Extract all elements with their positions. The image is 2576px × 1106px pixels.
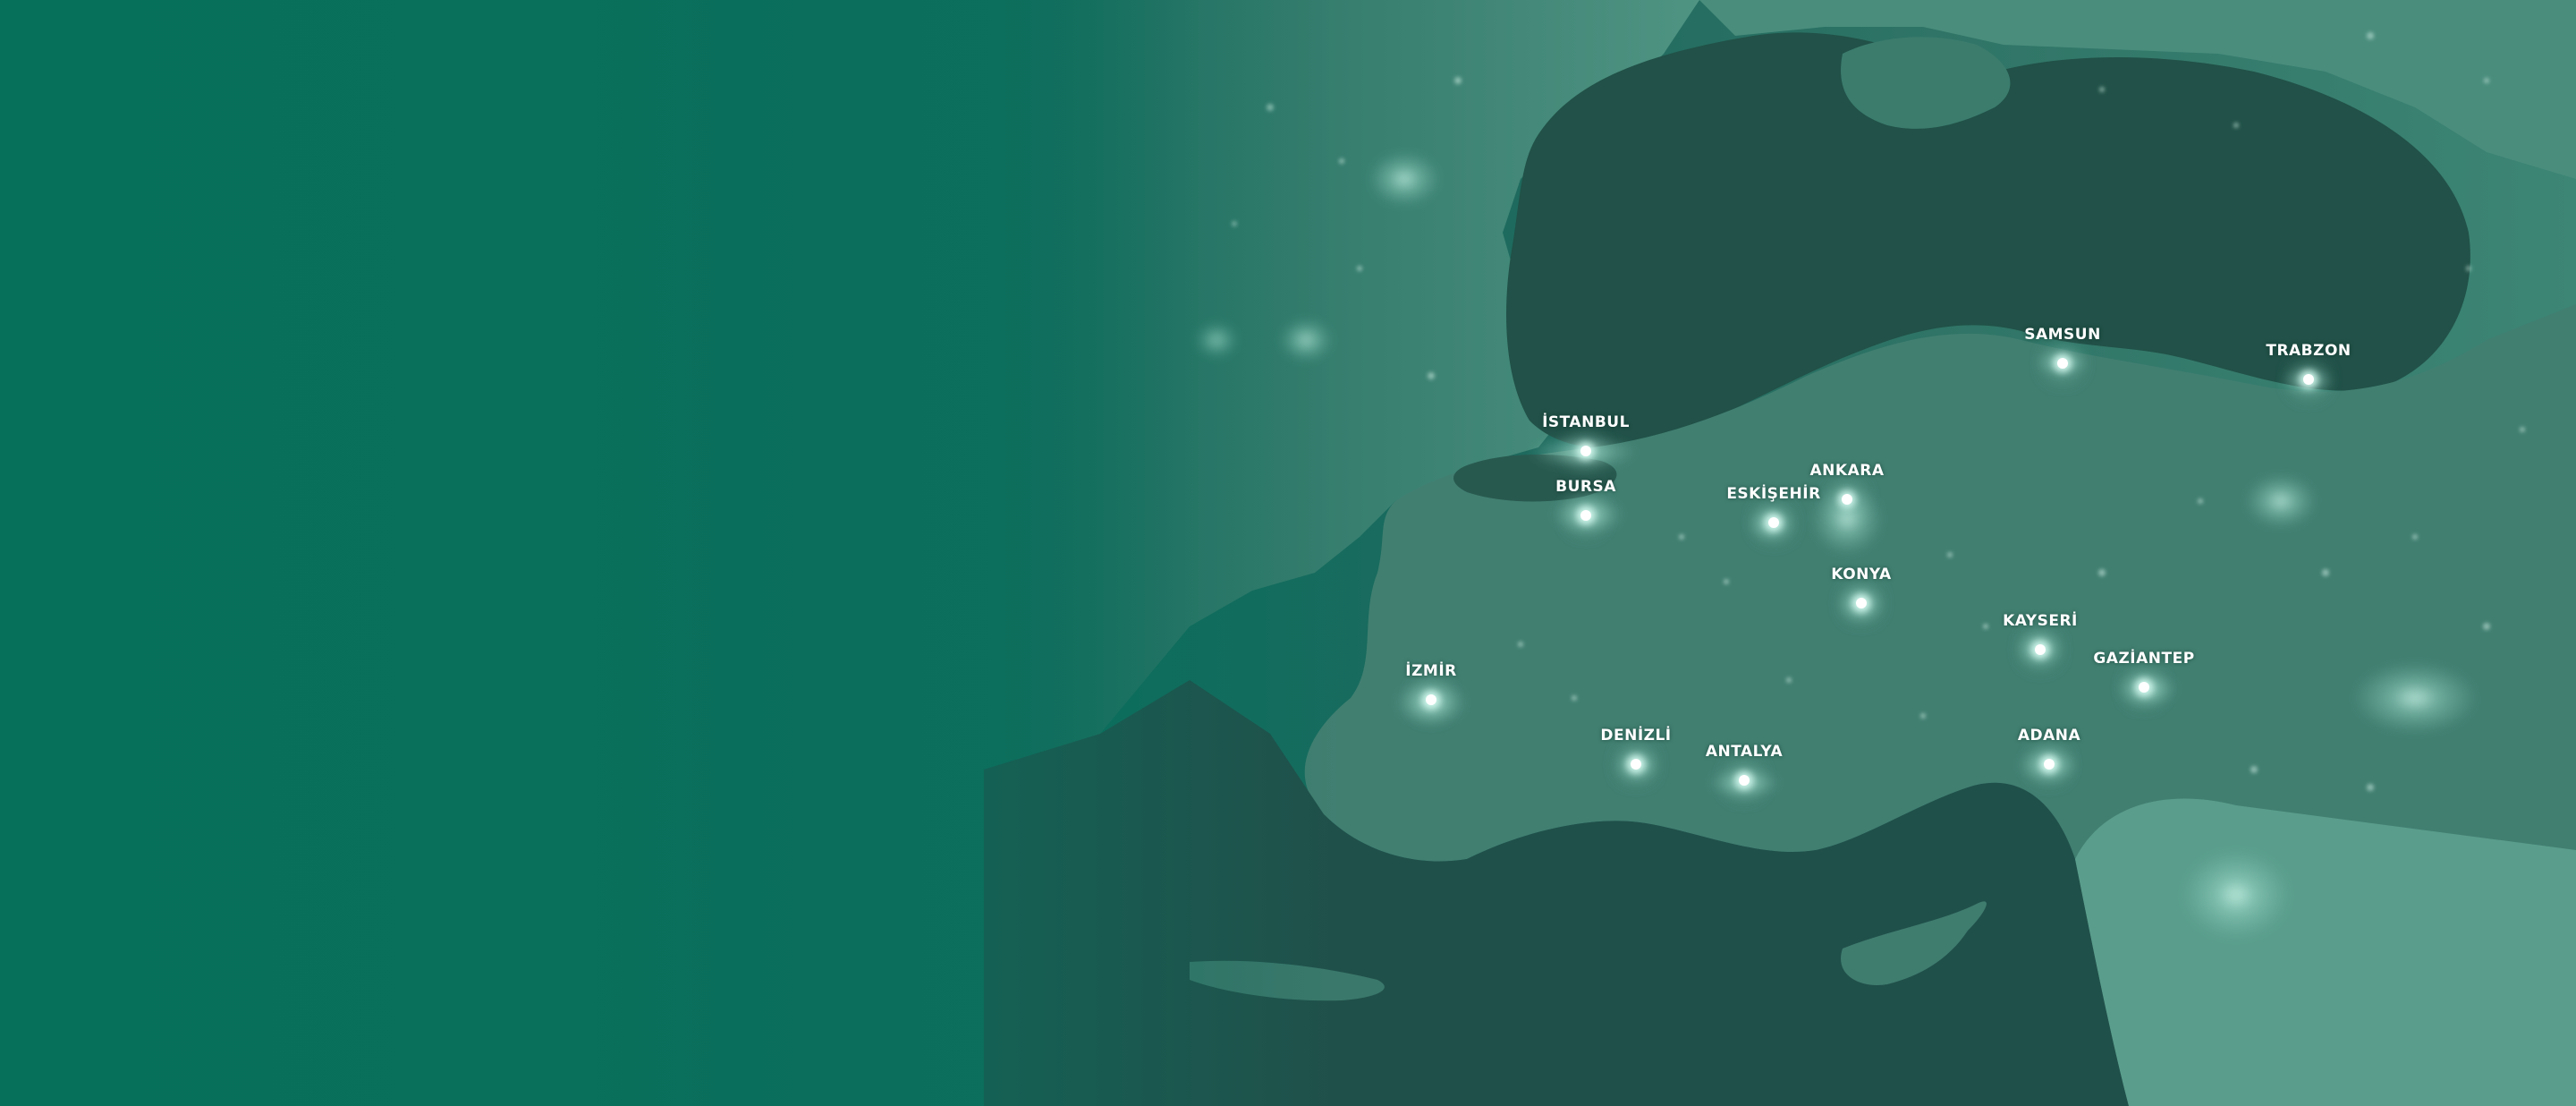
city-label-istanbul: İSTANBUL	[1542, 413, 1630, 431]
city-dot-icon	[2057, 358, 2068, 369]
city-label-kayseri: KAYSERİ	[2003, 612, 2078, 630]
city-dot-icon	[1580, 446, 1591, 456]
city-dot-icon	[1856, 598, 1867, 608]
city-dot-icon	[1426, 694, 1436, 705]
city-dot-icon	[2044, 759, 2055, 770]
city-dot-icon	[2303, 374, 2314, 385]
city-label-trabzon: TRABZON	[2266, 342, 2351, 360]
city-dot-icon	[1580, 510, 1591, 521]
city-dot-icon	[1842, 494, 1852, 505]
city-label-antalya: ANTALYA	[1705, 743, 1784, 761]
city-label-eskisehir: ESKİŞEHİR	[1726, 485, 1821, 503]
city-dot-icon	[2035, 644, 2046, 655]
city-dot-icon	[1768, 517, 1779, 528]
city-label-bursa: BURSA	[1555, 478, 1616, 496]
city-label-samsun: SAMSUN	[2024, 326, 2101, 344]
city-label-izmir: İZMİR	[1405, 662, 1457, 680]
turkey-night-map	[984, 0, 2576, 1106]
map-background: İSTANBUL BURSA ESKİŞEHİR ANKARA KONYA SA…	[0, 0, 2576, 1106]
levant-land	[2075, 798, 2576, 1106]
city-label-gaziantep: GAZİANTEP	[2093, 650, 2195, 668]
city-label-ankara: ANKARA	[1809, 462, 1885, 480]
city-label-konya: KONYA	[1831, 566, 1892, 583]
city-dot-icon	[1739, 775, 1750, 786]
city-label-denizli: DENİZLİ	[1600, 727, 1672, 744]
city-label-adana: ADANA	[2017, 727, 2081, 744]
city-dot-icon	[2139, 682, 2149, 693]
city-dot-icon	[1631, 759, 1641, 770]
